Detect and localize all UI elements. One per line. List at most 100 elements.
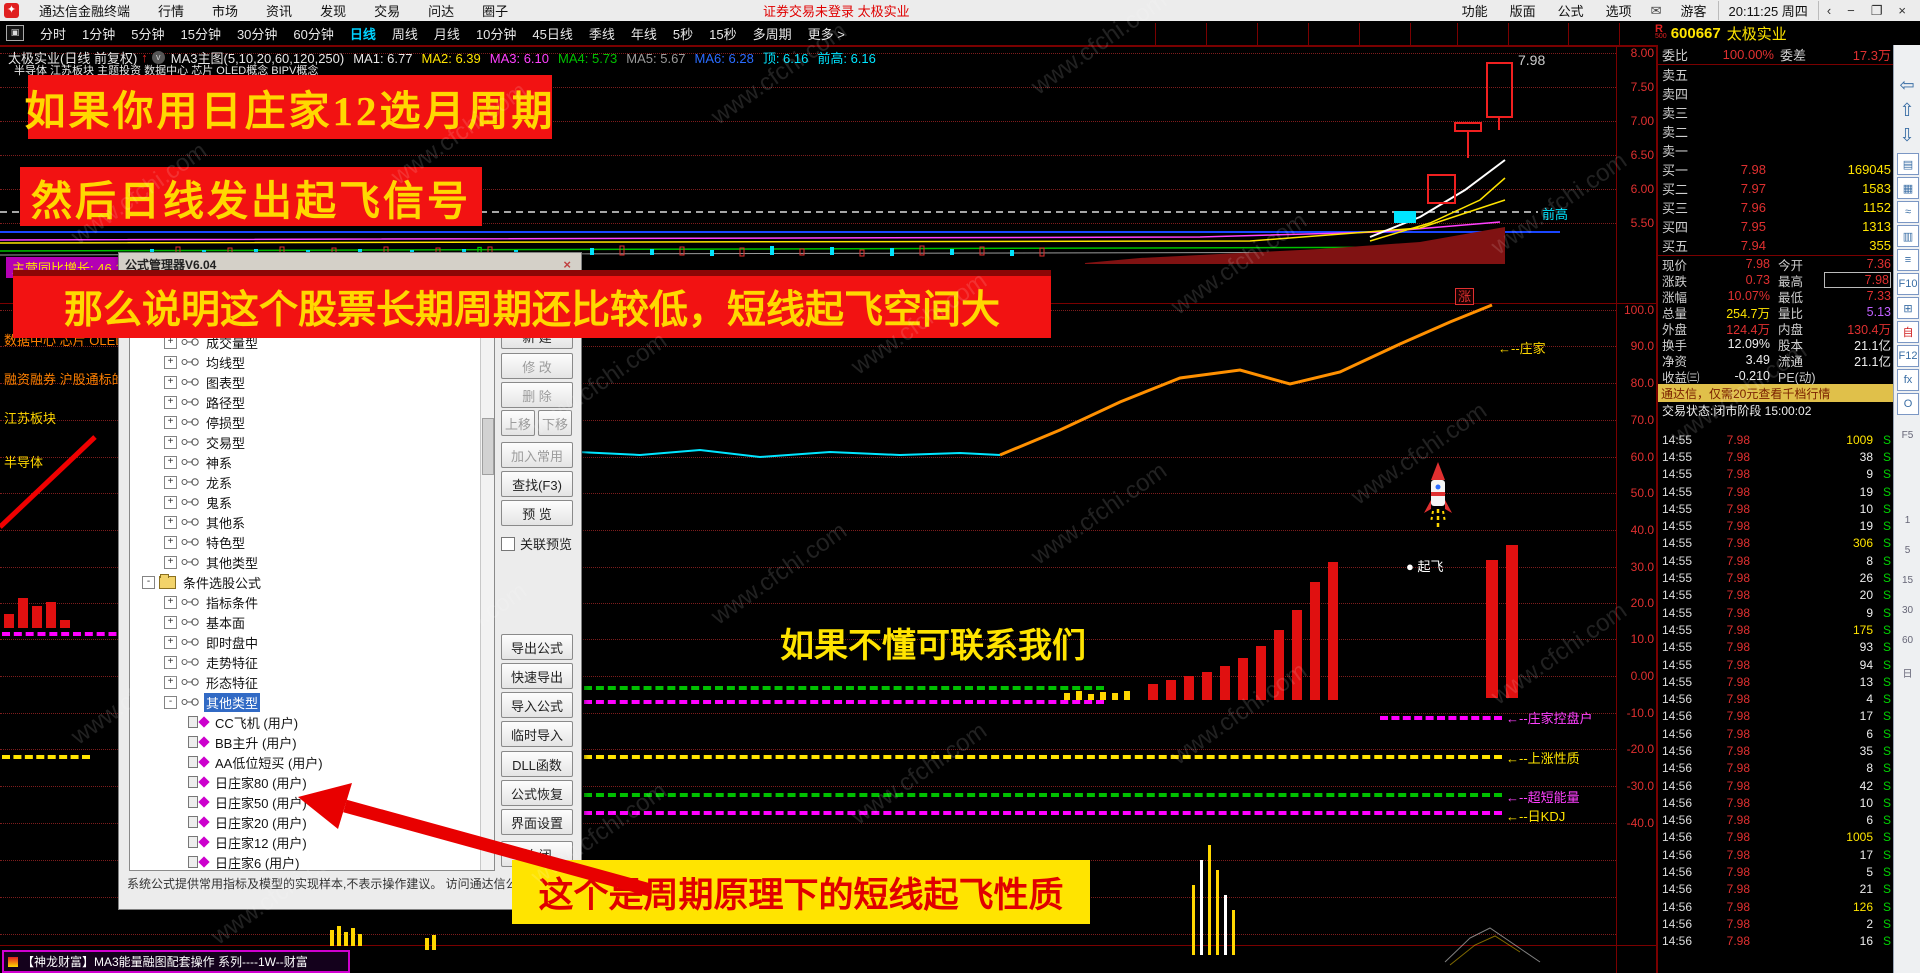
tree-item-label[interactable]: 停损型 — [204, 413, 247, 432]
strip-icon[interactable]: F12 — [1897, 345, 1919, 367]
expand-icon[interactable]: + — [164, 355, 177, 369]
tree-item-label[interactable]: 条件选股公式 — [181, 573, 263, 592]
strip-shortcut[interactable]: 15 — [1894, 575, 1920, 586]
tree-item[interactable]: CC飞机 (用户) — [130, 712, 494, 732]
tree-item-label[interactable]: 神系 — [204, 453, 234, 472]
strip-icon[interactable]: ≡ — [1897, 249, 1919, 271]
tree-item[interactable]: 日庄家6 (用户) — [130, 852, 494, 871]
strip-icon[interactable]: 自 — [1897, 321, 1919, 343]
tree-item-label[interactable]: 日庄家50 (用户) — [213, 793, 309, 812]
tree-item[interactable]: + 走势特征 — [130, 652, 494, 672]
dialog-button[interactable]: DLL函数 — [501, 751, 573, 777]
tree-item-label[interactable]: BB主升 (用户) — [213, 733, 299, 752]
expand-icon[interactable]: + — [164, 395, 177, 409]
strip-icon[interactable]: ⇩ — [1897, 125, 1917, 145]
tree-item-label[interactable]: 形态特征 — [204, 673, 260, 692]
tree-item[interactable]: + 路径型 — [130, 392, 494, 412]
tree-item-label[interactable]: 日庄家6 (用户) — [213, 853, 302, 871]
strip-shortcut[interactable]: 30 — [1894, 605, 1920, 616]
tree-item[interactable]: + 鬼系 — [130, 492, 494, 512]
tree-item[interactable]: 日庄家12 (用户) — [130, 832, 494, 852]
tree-item[interactable]: + 均线型 — [130, 352, 494, 372]
linked-preview-checkbox[interactable]: 关联预览 — [501, 534, 572, 553]
tree-item-label[interactable]: CC飞机 (用户) — [213, 713, 300, 732]
dialog-button[interactable]: 导出公式 — [501, 634, 573, 660]
strip-icon[interactable]: fx — [1897, 369, 1919, 391]
tree-item-label[interactable]: 日庄家20 (用户) — [213, 813, 309, 832]
dialog-button[interactable]: 查找(F3) — [501, 471, 573, 497]
tree-item[interactable]: + 其他类型 — [130, 552, 494, 572]
expand-icon[interactable]: + — [164, 635, 177, 649]
tree-item[interactable]: + 其他系 — [130, 512, 494, 532]
expand-icon[interactable]: + — [164, 615, 177, 629]
tree-item[interactable]: + 神系 — [130, 452, 494, 472]
tree-item-label[interactable]: 即时盘中 — [204, 633, 260, 652]
tree-item[interactable]: + 龙系 — [130, 472, 494, 492]
expand-icon[interactable]: + — [164, 655, 177, 669]
tree-item-label[interactable]: 基本面 — [204, 613, 247, 632]
strip-icon[interactable]: ▤ — [1897, 153, 1919, 175]
strip-icon[interactable]: ▥ — [1897, 225, 1919, 247]
tree-item[interactable]: + 指标条件 — [130, 592, 494, 612]
tree-item-label[interactable]: 龙系 — [204, 473, 234, 492]
expand-icon[interactable]: + — [164, 455, 177, 469]
expand-icon[interactable]: + — [164, 555, 177, 569]
tree-item[interactable]: + 即时盘中 — [130, 632, 494, 652]
tree-item[interactable]: - 其他类型 — [130, 692, 494, 712]
window-control-button[interactable]: − — [1839, 3, 1863, 18]
tree-item-label[interactable]: 特色型 — [204, 533, 247, 552]
tree-item-label[interactable]: 日庄家80 (用户) — [213, 773, 309, 792]
strip-icon[interactable]: ≈ — [1897, 201, 1919, 223]
tree-item-label[interactable]: 路径型 — [204, 393, 247, 412]
tree-item-label[interactable]: 鬼系 — [204, 493, 234, 512]
tree-item-label[interactable]: 其他类型 — [204, 553, 260, 572]
tree-item[interactable]: + 形态特征 — [130, 672, 494, 692]
strip-icon[interactable]: ⇧ — [1897, 100, 1917, 120]
tree-item[interactable]: + 停损型 — [130, 412, 494, 432]
tree-item-label[interactable]: AA低位短买 (用户) — [213, 753, 325, 772]
expand-icon[interactable]: + — [164, 475, 177, 489]
strip-icon[interactable]: F10 — [1897, 273, 1919, 295]
dialog-button[interactable]: 修 改 — [501, 353, 573, 379]
dialog-button[interactable]: 预 览 — [501, 500, 573, 526]
strip-shortcut[interactable]: 日 — [1894, 665, 1920, 680]
strip-shortcut[interactable]: 60 — [1894, 635, 1920, 646]
window-control-button[interactable]: ‹ — [1819, 3, 1839, 18]
tree-item-label[interactable]: 日庄家12 (用户) — [213, 833, 309, 852]
dialog-button[interactable]: 加入常用 — [501, 442, 573, 468]
strip-shortcut[interactable]: F5 — [1894, 430, 1920, 441]
expand-icon[interactable]: - — [142, 575, 155, 589]
strip-icon[interactable]: ▦ — [1897, 177, 1919, 199]
tree-item[interactable]: AA低位短买 (用户) — [130, 752, 494, 772]
dialog-button[interactable]: 导入公式 — [501, 692, 573, 718]
expand-icon[interactable]: + — [164, 535, 177, 549]
window-control-button[interactable]: ❐ — [1863, 3, 1891, 18]
tree-item[interactable]: + 基本面 — [130, 612, 494, 632]
tree-item-label[interactable]: 走势特征 — [204, 653, 260, 672]
expand-icon[interactable]: + — [164, 415, 177, 429]
promo-banner[interactable]: 通达信，仅需20元查看千档行情 — [1658, 384, 1895, 402]
dialog-button[interactable]: 界面设置 — [501, 809, 573, 835]
tree-item-label[interactable]: 交易型 — [204, 433, 247, 452]
tree-item[interactable]: 日庄家80 (用户) — [130, 772, 494, 792]
user-label[interactable]: 游客 — [1670, 1, 1718, 20]
tree-item[interactable]: BB主升 (用户) — [130, 732, 494, 752]
tree-item-label[interactable]: 其他类型 — [204, 692, 261, 712]
tree-item[interactable]: + 图表型 — [130, 372, 494, 392]
strip-icon[interactable]: ⇦ — [1897, 75, 1917, 95]
mail-icon[interactable]: ✉ — [1643, 3, 1670, 19]
dialog-button[interactable]: 临时导入 — [501, 721, 573, 747]
tree-item[interactable]: 日庄家20 (用户) — [130, 812, 494, 832]
scrollbar-thumb[interactable] — [482, 418, 494, 475]
dialog-button[interactable]: 上移 — [501, 410, 535, 436]
expand-icon[interactable]: + — [164, 375, 177, 389]
tree-item-label[interactable]: 其他系 — [204, 513, 247, 532]
tree-item[interactable]: + 特色型 — [130, 532, 494, 552]
expand-icon[interactable]: - — [164, 695, 177, 709]
strip-shortcut[interactable]: 5 — [1894, 545, 1920, 556]
dialog-button[interactable]: 快速导出 — [501, 663, 573, 689]
checkbox-icon[interactable] — [501, 536, 515, 551]
tree-scrollbar[interactable] — [480, 298, 494, 870]
dialog-button[interactable]: 下移 — [538, 410, 572, 436]
strip-icon[interactable]: O — [1897, 393, 1919, 415]
